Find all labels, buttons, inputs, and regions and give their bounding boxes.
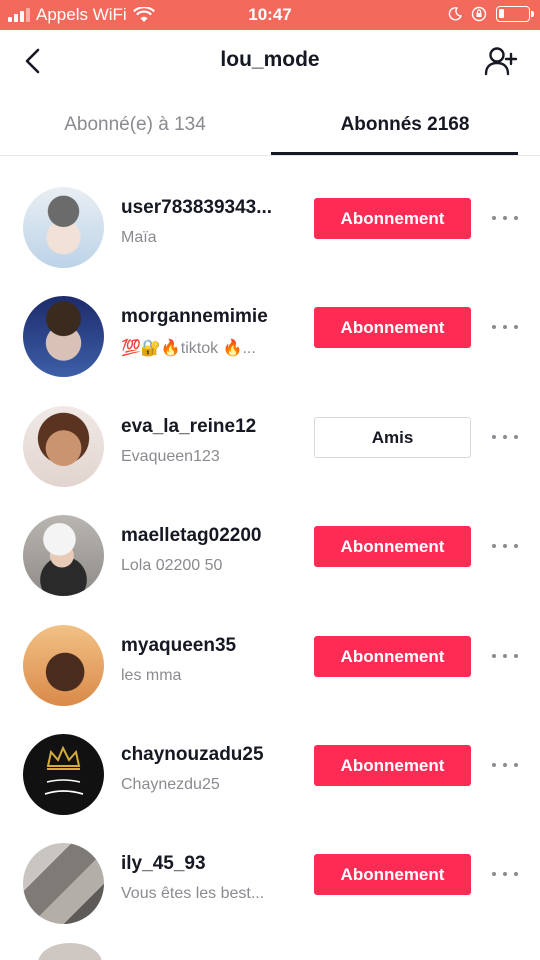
- more-options-icon[interactable]: [492, 533, 518, 559]
- add-user-button[interactable]: [484, 44, 518, 78]
- more-options-icon[interactable]: [492, 314, 518, 340]
- avatar[interactable]: [23, 733, 104, 815]
- avatar[interactable]: [23, 405, 104, 487]
- username[interactable]: eva_la_reine12: [121, 416, 296, 438]
- friends-button[interactable]: Amis: [314, 416, 471, 458]
- rotation-lock-icon: [471, 6, 487, 22]
- header: lou_mode: [0, 30, 540, 92]
- avatar[interactable]: [23, 187, 104, 268]
- display-name: 💯🔐🔥tiktok 🔥...: [121, 340, 256, 358]
- followers-list: user783839343... Maïa Abonnement morgann…: [0, 163, 540, 929]
- follow-button[interactable]: Abonnement: [314, 854, 471, 896]
- username[interactable]: maelletag02200: [121, 525, 296, 547]
- more-options-icon[interactable]: [492, 643, 518, 669]
- follow-button[interactable]: Abonnement: [314, 635, 471, 677]
- more-options-icon[interactable]: [492, 861, 518, 887]
- avatar[interactable]: [23, 624, 104, 706]
- display-name: Lola 02200 50: [121, 557, 223, 575]
- list-item: myaqueen35 les mma Abonnement: [0, 601, 540, 710]
- username[interactable]: myaqueen35: [121, 635, 296, 657]
- page-title: lou_mode: [220, 48, 320, 71]
- avatar[interactable]: [23, 296, 104, 378]
- active-tab-indicator: [271, 152, 518, 155]
- tab-following[interactable]: Abonné(e) à 134: [0, 92, 270, 155]
- display-name: Maïa: [121, 229, 157, 246]
- more-options-icon[interactable]: [492, 424, 518, 450]
- more-options-icon[interactable]: [492, 205, 518, 231]
- list-item: maelletag02200 Lola 02200 50 Abonnement: [0, 491, 540, 600]
- list-item: user783839343... Maïa Abonnement: [0, 163, 540, 272]
- username[interactable]: chaynouzadu25: [121, 744, 296, 766]
- avatar[interactable]: [23, 515, 104, 597]
- tab-bar: Abonné(e) à 134 Abonnés 2168: [0, 92, 540, 156]
- list-item: morgannemimie 💯🔐🔥tiktok 🔥... Abonnement: [0, 272, 540, 381]
- battery-icon: [496, 6, 534, 22]
- display-name: les mma: [121, 666, 182, 684]
- follow-button[interactable]: Abonnement: [314, 744, 471, 786]
- list-item: chaynouzadu25 Chaynezdu25 Abonnement: [0, 710, 540, 819]
- status-right: [448, 6, 534, 22]
- list-item: ily_45_93 Vous êtes les best... Abonneme…: [0, 819, 540, 928]
- username[interactable]: morgannemimie: [121, 306, 296, 328]
- follow-button[interactable]: Abonnement: [314, 307, 471, 349]
- display-name: Vous êtes les best...: [121, 885, 265, 903]
- avatar[interactable]: [38, 943, 102, 960]
- queen-crown-icon: [44, 745, 84, 795]
- username[interactable]: ily_45_93: [121, 853, 296, 875]
- display-name: Chaynezdu25: [121, 775, 220, 793]
- status-bar: Appels WiFi 10:47: [0, 0, 540, 30]
- follow-button[interactable]: Abonnement: [314, 526, 471, 568]
- tab-followers[interactable]: Abonnés 2168: [270, 92, 540, 155]
- follow-button[interactable]: Abonnement: [314, 198, 471, 239]
- more-options-icon[interactable]: [492, 752, 518, 778]
- avatar[interactable]: [23, 843, 104, 925]
- moon-icon: [448, 7, 462, 21]
- display-name: Evaqueen123: [121, 447, 220, 465]
- list-item: eva_la_reine12 Evaqueen123 Amis: [0, 382, 540, 491]
- username[interactable]: user783839343...: [121, 197, 296, 219]
